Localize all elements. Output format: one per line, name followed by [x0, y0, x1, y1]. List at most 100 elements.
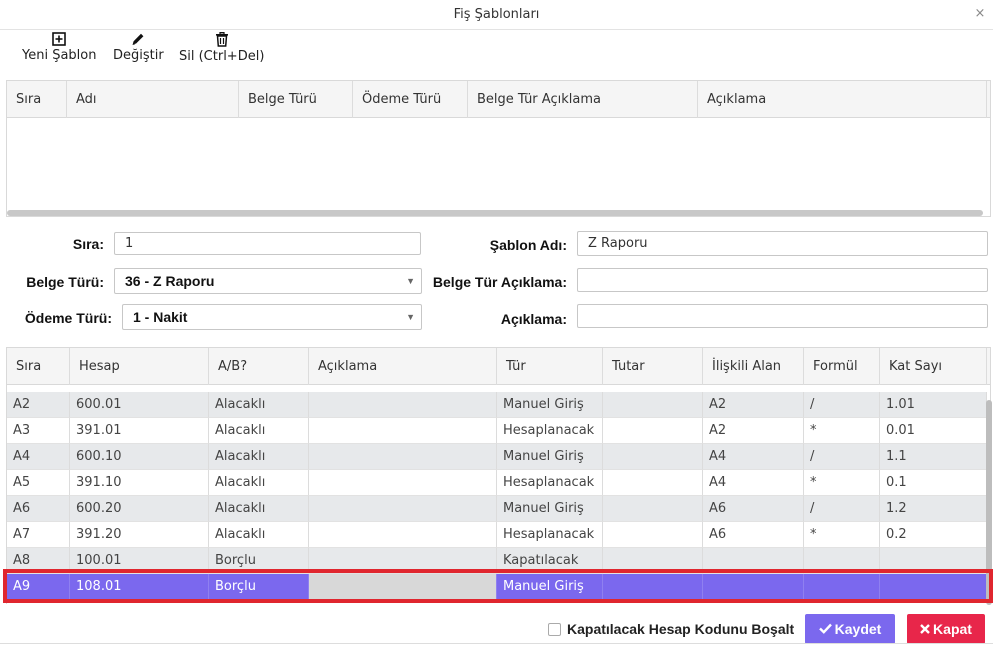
table-row-selected[interactable]: A9 108.01 Borçlu Manuel Giriş [7, 574, 987, 600]
table-row[interactable]: A5 391.10 Alacaklı Hesaplanacak A4 * 0.1 [7, 470, 987, 496]
bosalt-checkbox[interactable] [548, 623, 561, 636]
table-cell[interactable] [703, 548, 804, 574]
table-cell[interactable]: Hesaplanacak [497, 522, 603, 548]
table-cell[interactable]: Alacaklı [209, 444, 309, 470]
lines-col-aciklama[interactable]: Açıklama [309, 348, 497, 385]
table-row[interactable]: A4 600.10 Alacaklı Manuel Giriş A4/1.1 [7, 444, 987, 470]
table-cell[interactable]: 108.01 [70, 574, 209, 600]
aciklama-input[interactable] [577, 304, 988, 328]
table-cell[interactable] [603, 522, 703, 548]
odeme-turu-select[interactable]: 1 - Nakit ▼ [122, 304, 422, 330]
table-cell[interactable] [880, 548, 987, 574]
delete-button[interactable]: Sil (Ctrl+Del) [179, 32, 264, 64]
new-template-button[interactable]: Yeni Şablon [22, 32, 96, 63]
close-button[interactable]: Kapat [907, 614, 985, 644]
table-cell[interactable] [309, 496, 497, 522]
table-cell[interactable]: A6 [7, 496, 70, 522]
lines-col-iliskili-alan[interactable]: İlişkili Alan [703, 348, 804, 385]
table-cell[interactable]: A4 [7, 444, 70, 470]
table-cell[interactable]: A6 [703, 522, 804, 548]
belge-tur-aciklama-input[interactable] [577, 268, 988, 292]
table-cell[interactable]: A2 [7, 392, 70, 418]
table-cell[interactable]: * [804, 522, 880, 548]
table-cell[interactable]: A3 [7, 418, 70, 444]
table-cell[interactable]: A6 [703, 496, 804, 522]
table-cell[interactable] [603, 470, 703, 496]
table-cell[interactable]: A4 [703, 444, 804, 470]
table-cell[interactable]: 600.01 [70, 392, 209, 418]
table-cell[interactable]: A9 [7, 574, 70, 600]
templates-col-adi[interactable]: Adı [67, 81, 239, 118]
table-cell[interactable]: 391.20 [70, 522, 209, 548]
templates-col-belge-turu[interactable]: Belge Türü [239, 81, 353, 118]
table-cell[interactable]: 0.2 [880, 522, 987, 548]
table-cell[interactable]: Alacaklı [209, 496, 309, 522]
table-cell[interactable] [603, 548, 703, 574]
table-cell[interactable]: 1.2 [880, 496, 987, 522]
close-icon[interactable]: × [973, 6, 987, 22]
table-cell[interactable] [603, 444, 703, 470]
table-cell[interactable] [603, 418, 703, 444]
table-cell[interactable] [703, 574, 804, 600]
table-row[interactable]: A3 391.01 Alacaklı Hesaplanacak A2 * 0.01 [7, 418, 987, 444]
table-cell[interactable] [804, 548, 880, 574]
table-cell[interactable]: A5 [7, 470, 70, 496]
bosalt-checkbox-label[interactable]: Kapatılacak Hesap Kodunu Boşalt [567, 621, 794, 637]
table-cell[interactable] [309, 574, 497, 600]
table-cell[interactable] [309, 522, 497, 548]
lines-col-sira[interactable]: Sıra [7, 348, 70, 385]
lines-col-formul[interactable]: Formül [804, 348, 880, 385]
table-cell[interactable]: 391.01 [70, 418, 209, 444]
table-cell[interactable]: Alacaklı [209, 418, 309, 444]
table-cell[interactable] [603, 574, 703, 600]
templates-col-aciklama[interactable]: Açıklama [698, 81, 987, 118]
table-cell[interactable] [309, 470, 497, 496]
table-cell[interactable] [309, 418, 497, 444]
table-cell[interactable] [309, 444, 497, 470]
table-cell[interactable]: Borçlu [209, 574, 309, 600]
table-cell[interactable]: Borçlu [209, 548, 309, 574]
table-cell[interactable] [603, 496, 703, 522]
sira-input[interactable]: 1 [114, 232, 421, 255]
table-row[interactable]: A6 600.20 Alacaklı Manuel Giriş A6/1.2 [7, 496, 987, 522]
save-button[interactable]: Kaydet [805, 614, 895, 644]
table-cell[interactable]: Manuel Giriş [497, 444, 603, 470]
table-cell[interactable]: 600.20 [70, 496, 209, 522]
table-cell[interactable]: 0.01 [880, 418, 987, 444]
lines-col-ab[interactable]: A/B? [209, 348, 309, 385]
table-cell[interactable]: / [804, 496, 880, 522]
table-cell[interactable]: A7 [7, 522, 70, 548]
sablon-adi-input[interactable]: Z Raporu [577, 231, 988, 256]
lines-col-tur[interactable]: Tür [497, 348, 603, 385]
table-cell[interactable]: Alacaklı [209, 392, 309, 418]
table-cell[interactable] [804, 574, 880, 600]
lines-col-kat-sayi[interactable]: Kat Sayı [880, 348, 987, 385]
table-cell[interactable]: * [804, 470, 880, 496]
belge-turu-select[interactable]: 36 - Z Raporu ▼ [114, 268, 422, 294]
templates-col-sira[interactable]: Sıra [7, 81, 67, 118]
table-cell[interactable]: 600.10 [70, 444, 209, 470]
table-cell[interactable]: 391.10 [70, 470, 209, 496]
table-cell[interactable]: 0.1 [880, 470, 987, 496]
table-row[interactable]: A7 391.20 Alacaklı Hesaplanacak A6 * 0.2 [7, 522, 987, 548]
table-cell[interactable]: 1.1 [880, 444, 987, 470]
lines-col-tutar[interactable]: Tutar [603, 348, 703, 385]
table-cell[interactable] [603, 392, 703, 418]
lines-col-hesap[interactable]: Hesap [70, 348, 209, 385]
edit-button[interactable]: Değiştir [113, 32, 164, 63]
table-cell[interactable]: / [804, 392, 880, 418]
table-cell[interactable]: 1.01 [880, 392, 987, 418]
table-cell[interactable]: Manuel Giriş [497, 496, 603, 522]
table-cell[interactable]: A2 [703, 392, 804, 418]
templates-col-belge-tur-aciklama[interactable]: Belge Tür Açıklama [468, 81, 698, 118]
table-cell[interactable]: A2 [703, 418, 804, 444]
table-cell[interactable]: / [804, 444, 880, 470]
table-cell[interactable]: Hesaplanacak [497, 470, 603, 496]
table-cell[interactable]: Alacaklı [209, 522, 309, 548]
table-cell[interactable]: A4 [703, 470, 804, 496]
table-cell[interactable]: Alacaklı [209, 470, 309, 496]
table-cell[interactable]: * [804, 418, 880, 444]
lines-vertical-scrollbar[interactable] [986, 400, 992, 605]
table-row[interactable]: A2 600.01 Alacaklı Manuel Giriş A2/1.01 [7, 392, 987, 418]
table-cell[interactable]: Hesaplanacak [497, 418, 603, 444]
